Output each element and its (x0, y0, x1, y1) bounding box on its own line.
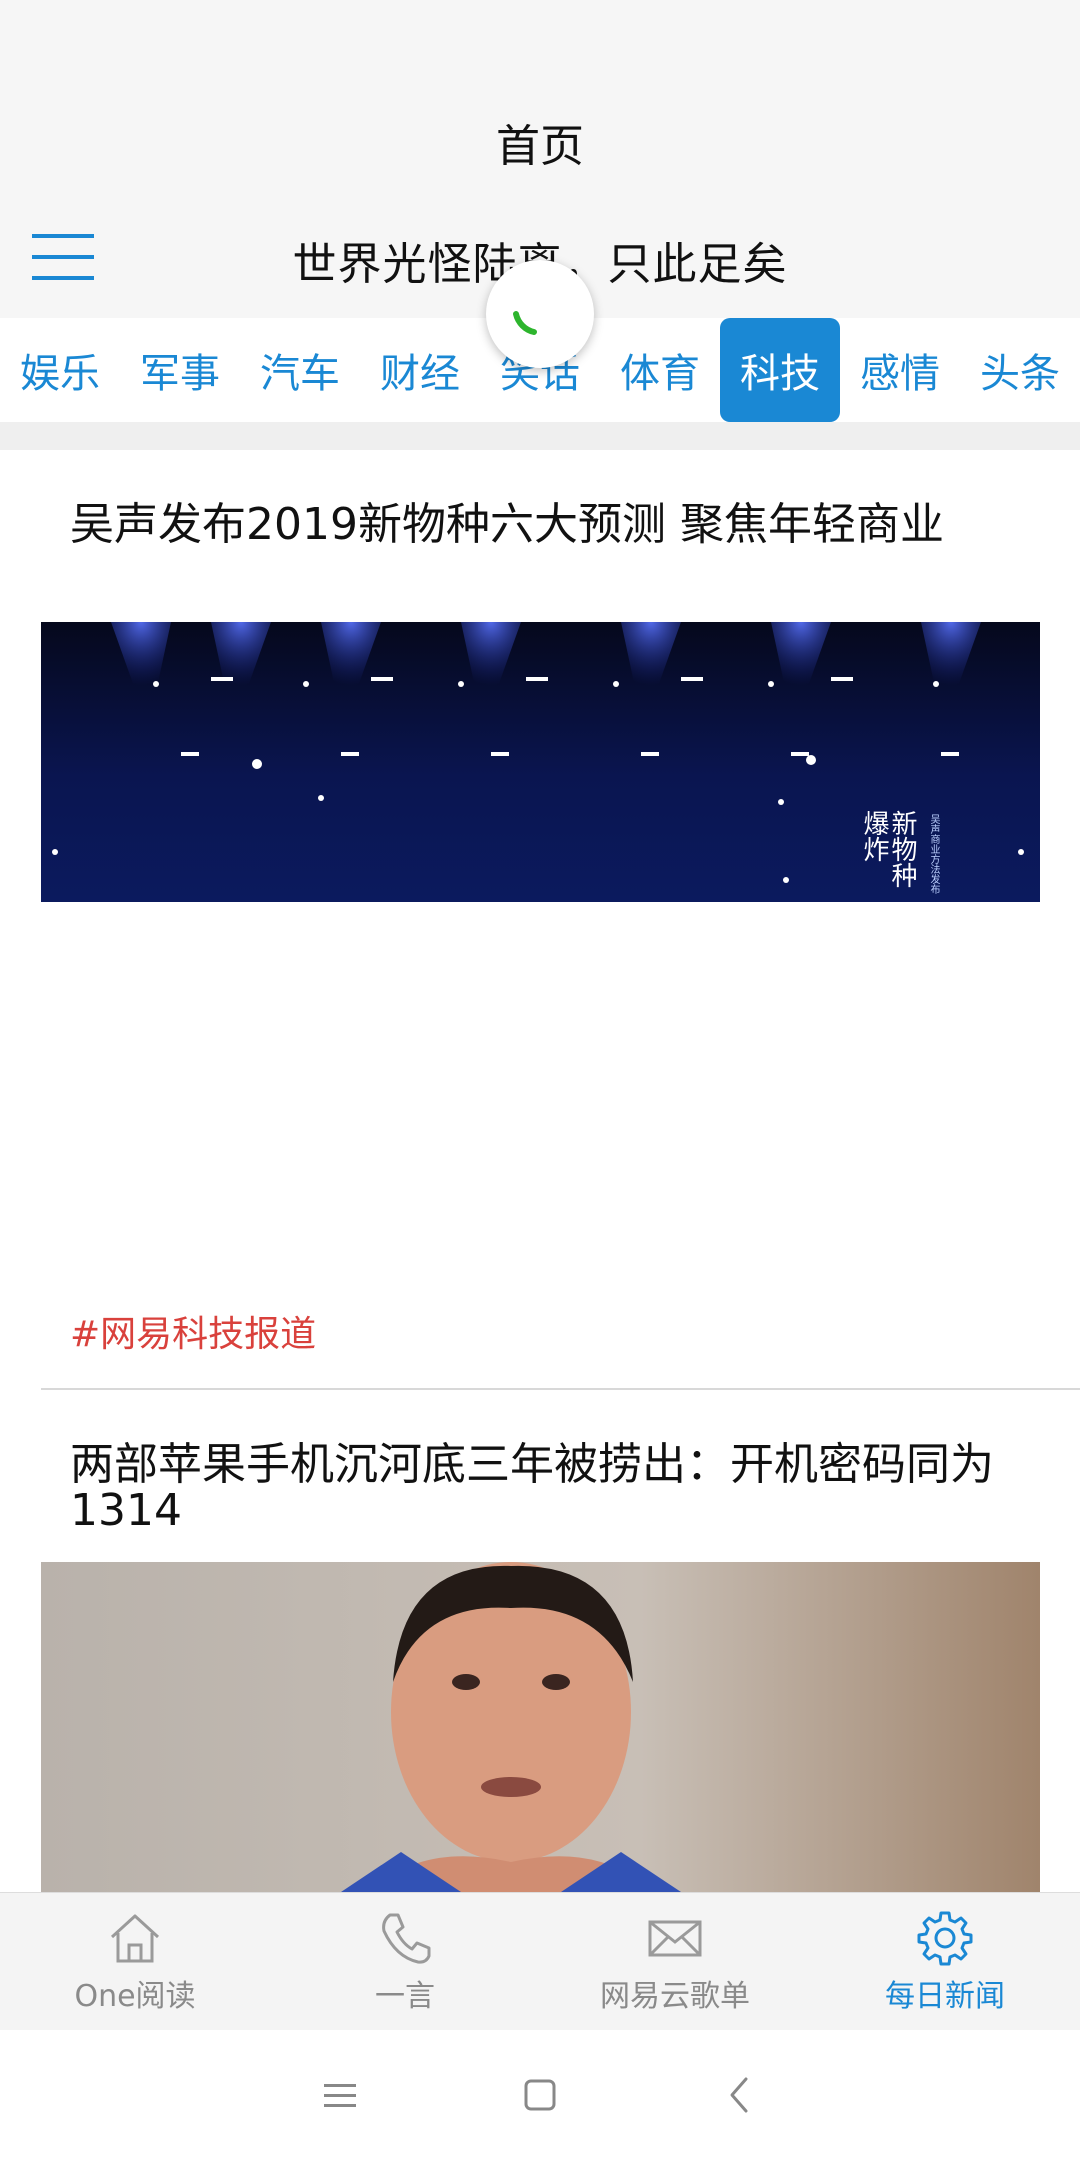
nav-hitokoto[interactable]: 一言 (270, 1893, 540, 2031)
bottom-nav: One阅读 一言 网易云歌单 每日新闻 (0, 1892, 1080, 2031)
news-image[interactable]: 新物种爆炸 吴声商业方法发布 (41, 622, 1040, 902)
tab-military[interactable]: 军事 (120, 318, 240, 422)
news-image[interactable] (41, 1562, 1040, 1892)
nav-label: 每日新闻 (885, 1979, 1005, 2014)
portrait-image (41, 1562, 1040, 1892)
home-icon (110, 1914, 160, 1963)
tab-tech[interactable]: 科技 (720, 318, 840, 422)
tab-auto[interactable]: 汽车 (240, 318, 360, 422)
tab-emotion[interactable]: 感情 (840, 318, 960, 422)
nav-label: One阅读 (74, 1979, 196, 2014)
back-icon[interactable] (715, 2070, 765, 2120)
feed-separator (0, 422, 1080, 450)
news-feed[interactable]: 吴声发布2019新物种六大预测 聚焦年轻商业 新物种爆炸 吴声商业方法发布 #网… (0, 450, 1080, 1892)
nav-netease-playlist[interactable]: 网易云歌单 (540, 1893, 810, 2031)
system-nav-bar (0, 2030, 1080, 2160)
nav-label: 网易云歌单 (600, 1979, 750, 2014)
news-title[interactable]: 两部苹果手机沉河底三年被捞出：开机密码同为1314 (70, 1442, 1020, 1534)
home-square-icon[interactable] (515, 2070, 565, 2120)
gear-icon (917, 1911, 973, 1966)
page-title: 首页 (496, 121, 584, 172)
image-caption: 新物种爆炸 (859, 810, 917, 888)
nav-daily-news[interactable]: 每日新闻 (810, 1893, 1080, 2031)
tab-sports[interactable]: 体育 (600, 318, 720, 422)
phone-icon (382, 1913, 431, 1964)
tab-headlines[interactable]: 头条 (960, 318, 1080, 422)
nav-label: 一言 (375, 1979, 435, 2014)
news-source[interactable]: #网易科技报道 (70, 1305, 316, 1357)
nav-one-reading[interactable]: One阅读 (0, 1893, 270, 2031)
news-title[interactable]: 吴声发布2019新物种六大预测 聚焦年轻商业 (70, 502, 1020, 548)
spinner-arc-icon (513, 311, 537, 335)
menu-lines-icon[interactable] (315, 2070, 365, 2120)
mail-icon (648, 1920, 702, 1957)
tab-finance[interactable]: 财经 (360, 318, 480, 422)
image-subcaption: 吴声商业方法发布 (928, 814, 939, 894)
loading-spinner (486, 260, 594, 368)
divider (41, 1388, 1080, 1390)
tab-entertainment[interactable]: 娱乐 (0, 318, 120, 422)
